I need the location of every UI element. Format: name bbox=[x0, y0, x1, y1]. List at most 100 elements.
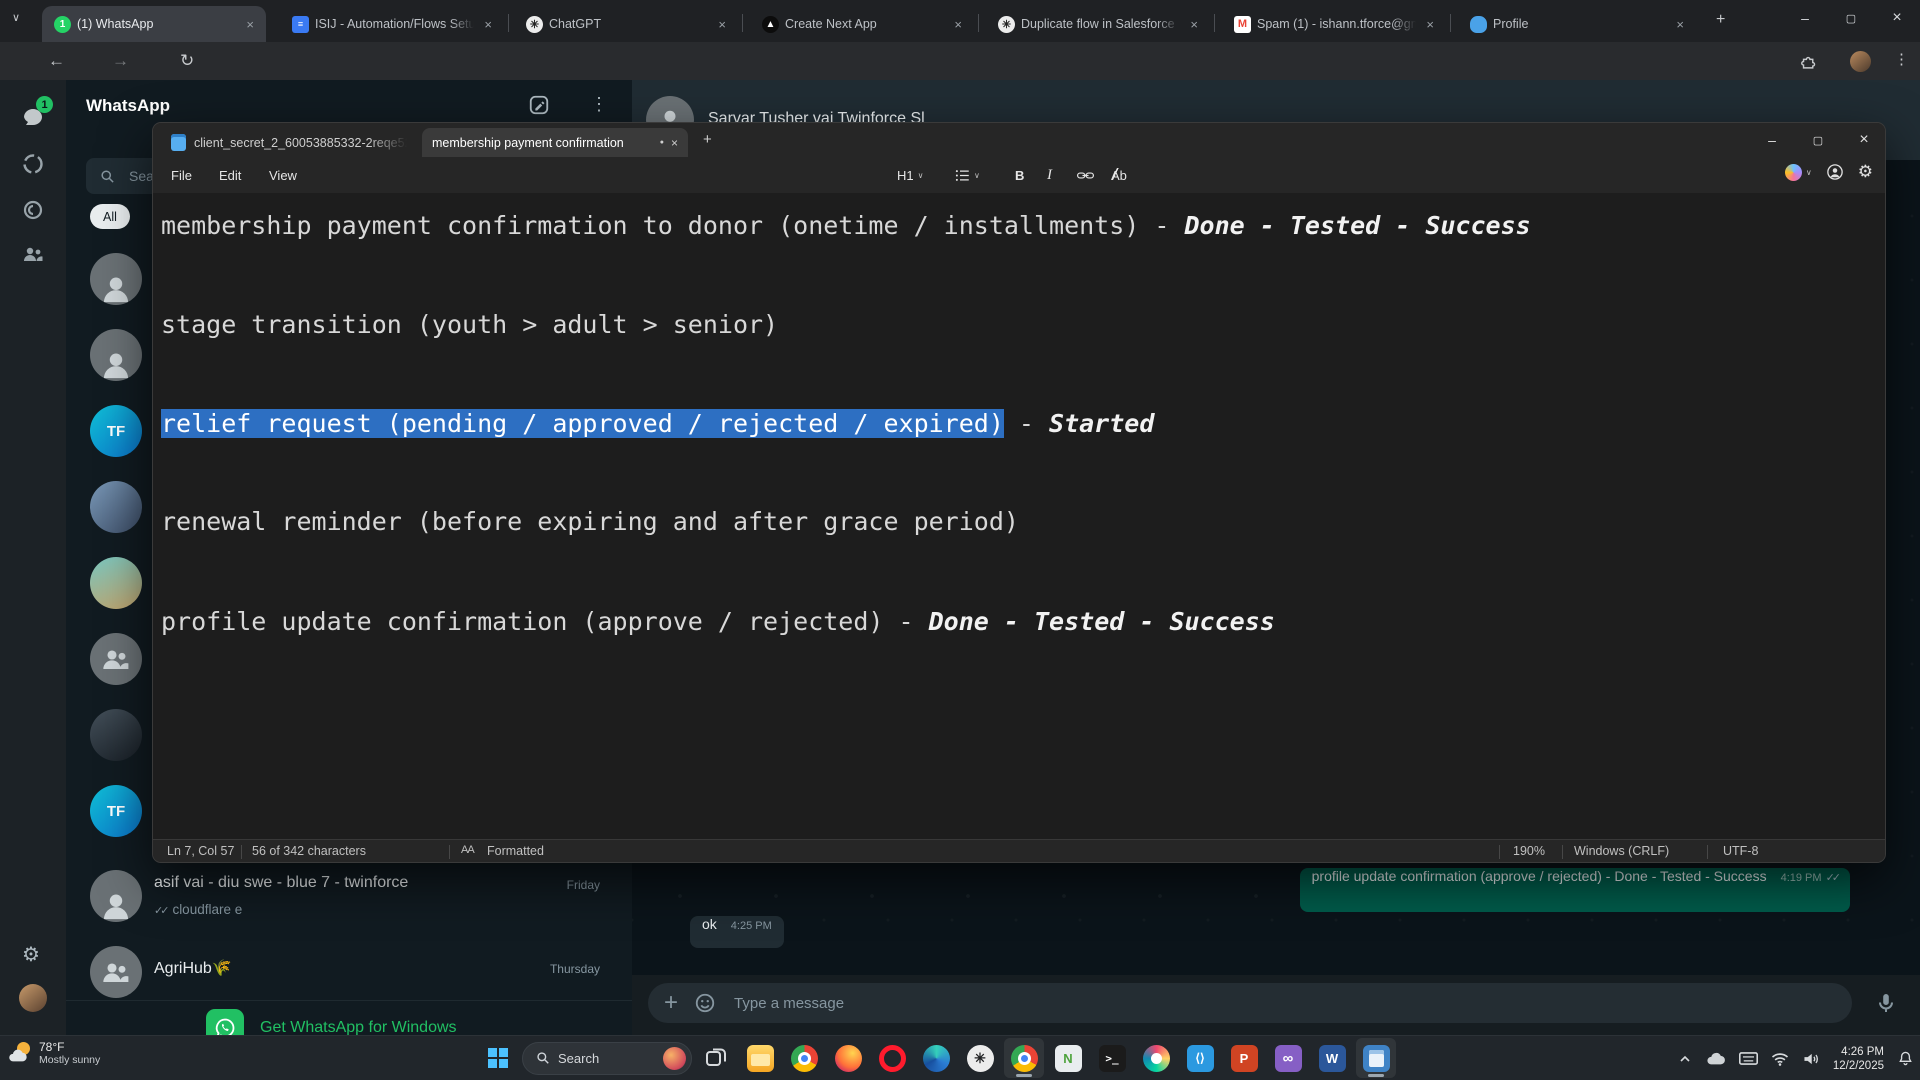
filter-all-chip[interactable]: All bbox=[90, 204, 130, 229]
taskbar-icon-paint[interactable] bbox=[1136, 1038, 1176, 1078]
tab-whatsapp[interactable]: 1 (1) WhatsApp × bbox=[42, 6, 266, 42]
start-button[interactable] bbox=[478, 1038, 518, 1078]
tab-create-next-app[interactable]: ▲ Create Next App × bbox=[750, 6, 974, 42]
taskbar-icon-word[interactable]: W bbox=[1312, 1038, 1352, 1078]
taskbar-icon-edge[interactable] bbox=[916, 1038, 956, 1078]
taskbar-icon-notepad-plus-plus[interactable]: N bbox=[1048, 1038, 1088, 1078]
taskbar-clock[interactable]: 4:26 PM 12/2/2025 bbox=[1833, 1045, 1884, 1073]
tab-close-icon[interactable]: × bbox=[480, 16, 496, 33]
taskbar-icon-opera[interactable] bbox=[872, 1038, 912, 1078]
forward-icon[interactable]: → bbox=[112, 51, 129, 71]
message-input[interactable] bbox=[732, 994, 1836, 1013]
profile-avatar[interactable] bbox=[19, 984, 47, 1012]
chat-avatar-twinforce[interactable]: TF bbox=[90, 405, 142, 457]
reload-icon[interactable]: ↻ bbox=[180, 51, 194, 71]
panel-menu-icon[interactable]: ⋮ bbox=[590, 94, 608, 115]
tab-close-icon[interactable]: × bbox=[242, 16, 258, 33]
tab-duplicate-flow[interactable]: ✳ Duplicate flow in Salesforce × bbox=[986, 6, 1210, 42]
chat-avatar[interactable] bbox=[90, 709, 142, 761]
taskbar-icon-chrome[interactable] bbox=[784, 1038, 824, 1078]
notepad-tab-inactive[interactable]: client_secret_2_60053885332-2reqe52rribc bbox=[161, 128, 417, 157]
tab-close-icon[interactable]: × bbox=[714, 16, 730, 33]
new-chat-icon[interactable] bbox=[528, 94, 550, 116]
communities-icon[interactable] bbox=[21, 242, 45, 266]
browser-menu-icon[interactable]: ⋮ bbox=[1894, 50, 1909, 68]
taskbar-icon-task-view[interactable] bbox=[696, 1038, 736, 1078]
menu-edit[interactable]: Edit bbox=[207, 161, 253, 189]
wifi-icon[interactable] bbox=[1771, 1051, 1789, 1066]
taskbar-icon-notepad[interactable] bbox=[1356, 1038, 1396, 1078]
notepad-minimize-button[interactable]: – bbox=[1749, 132, 1795, 148]
zoom-level[interactable]: 190% bbox=[1513, 844, 1545, 858]
taskbar-icon-chatgpt[interactable]: ✳ bbox=[960, 1038, 1000, 1078]
notepad-close-button[interactable]: × bbox=[1841, 131, 1886, 149]
chat-avatar[interactable] bbox=[90, 253, 142, 305]
taskbar-search-box[interactable]: Search bbox=[522, 1042, 692, 1075]
link-button[interactable] bbox=[1071, 162, 1100, 188]
notepad-titlebar[interactable]: client_secret_2_60053885332-2reqe52rribc… bbox=[153, 123, 1886, 157]
chat-avatar[interactable] bbox=[90, 557, 142, 609]
tab-close-icon[interactable]: × bbox=[1422, 16, 1438, 33]
notepad-maximize-button[interactable]: ▢ bbox=[1795, 134, 1841, 147]
chat-avatar[interactable] bbox=[90, 329, 142, 381]
taskbar-icon-firefox[interactable] bbox=[828, 1038, 868, 1078]
attach-plus-icon[interactable]: + bbox=[664, 993, 678, 1013]
editor-area[interactable]: membership payment confirmation to donor… bbox=[153, 193, 1886, 839]
outgoing-message[interactable]: profile update confirmation (approve / r… bbox=[1300, 868, 1850, 912]
status-icon[interactable] bbox=[21, 152, 45, 176]
get-whatsapp-banner[interactable]: Get WhatsApp for Windows bbox=[66, 1000, 632, 1036]
chat-avatar[interactable] bbox=[90, 481, 142, 533]
tab-chatgpt[interactable]: ✳ ChatGPT × bbox=[514, 6, 738, 42]
tab-profile[interactable]: Profile × bbox=[1458, 6, 1696, 42]
tab-close-icon[interactable]: × bbox=[1186, 16, 1202, 33]
composer-input-bar[interactable]: + bbox=[648, 983, 1852, 1023]
tab-close-icon[interactable]: × bbox=[950, 16, 966, 33]
maximize-button[interactable]: ▢ bbox=[1828, 12, 1874, 25]
browser-profile-avatar[interactable] bbox=[1850, 51, 1871, 72]
chat-avatar-group[interactable] bbox=[90, 633, 142, 685]
account-icon[interactable] bbox=[1826, 163, 1844, 181]
taskbar-icon-chrome-profile[interactable] bbox=[1004, 1038, 1044, 1078]
heading-style-dropdown[interactable]: H1∨ bbox=[891, 162, 929, 188]
formatted-indicator[interactable]: Formatted bbox=[487, 844, 544, 858]
tray-overflow-chevron-icon[interactable] bbox=[1677, 1051, 1693, 1067]
touch-keyboard-icon[interactable] bbox=[1739, 1051, 1758, 1066]
tab-gmail-spam[interactable]: M Spam (1) - ishann.tforce@gmai × bbox=[1222, 6, 1446, 42]
back-icon[interactable]: ← bbox=[48, 51, 65, 71]
new-tab-button[interactable]: + bbox=[1716, 11, 1725, 29]
line-ending-indicator[interactable]: Windows (CRLF) bbox=[1574, 844, 1669, 858]
chat-list-item[interactable]: AgriHub🌾 Thursday bbox=[66, 940, 632, 1000]
chat-list-item[interactable]: asif vai - diu swe - blue 7 - twinforce … bbox=[66, 862, 632, 934]
bold-button[interactable]: B bbox=[1009, 162, 1030, 188]
tab-close-icon[interactable]: × bbox=[1672, 16, 1688, 33]
encoding-indicator[interactable]: UTF-8 bbox=[1723, 844, 1758, 858]
list-style-dropdown[interactable]: ∨ bbox=[949, 162, 986, 188]
mic-icon[interactable] bbox=[1874, 991, 1898, 1015]
volume-icon[interactable] bbox=[1802, 1051, 1820, 1067]
notepad-settings-icon[interactable]: ⚙ bbox=[1858, 162, 1873, 182]
taskbar-icon-visual-studio[interactable]: ∞ bbox=[1268, 1038, 1308, 1078]
minimize-button[interactable]: – bbox=[1782, 10, 1828, 26]
extensions-icon[interactable] bbox=[1800, 53, 1817, 70]
tab-automation-flows[interactable]: ≡ ISIJ - Automation/Flows Setup - × bbox=[280, 6, 504, 42]
menu-view[interactable]: View bbox=[257, 161, 309, 189]
onedrive-icon[interactable] bbox=[1706, 1051, 1726, 1066]
notepad-tab-active[interactable]: membership payment confirmation ● × bbox=[422, 128, 688, 157]
taskbar-icon-file-explorer[interactable] bbox=[740, 1038, 780, 1078]
channels-icon[interactable] bbox=[21, 198, 45, 222]
settings-gear-icon[interactable]: ⚙ bbox=[22, 942, 40, 967]
weather-widget[interactable]: 78°F Mostly sunny bbox=[8, 1040, 100, 1066]
copilot-dropdown[interactable]: ∨ bbox=[1785, 164, 1812, 181]
italic-button[interactable]: I bbox=[1041, 162, 1058, 188]
clear-formatting-button[interactable]: Ab bbox=[1105, 162, 1133, 188]
taskbar-icon-powerpoint[interactable]: P bbox=[1224, 1038, 1264, 1078]
close-button[interactable]: × bbox=[1874, 9, 1920, 27]
taskbar-icon-vscode[interactable]: ⟨⟩ bbox=[1180, 1038, 1220, 1078]
incoming-message[interactable]: ok 4:25 PM bbox=[690, 916, 784, 948]
notifications-bell-icon[interactable] bbox=[1897, 1050, 1914, 1067]
tab-search-chevron-icon[interactable]: ∨ bbox=[12, 11, 20, 24]
new-document-button[interactable]: + bbox=[703, 131, 712, 148]
emoji-icon[interactable] bbox=[694, 992, 716, 1014]
menu-file[interactable]: File bbox=[159, 161, 204, 189]
taskbar-icon-terminal[interactable]: >_ bbox=[1092, 1038, 1132, 1078]
